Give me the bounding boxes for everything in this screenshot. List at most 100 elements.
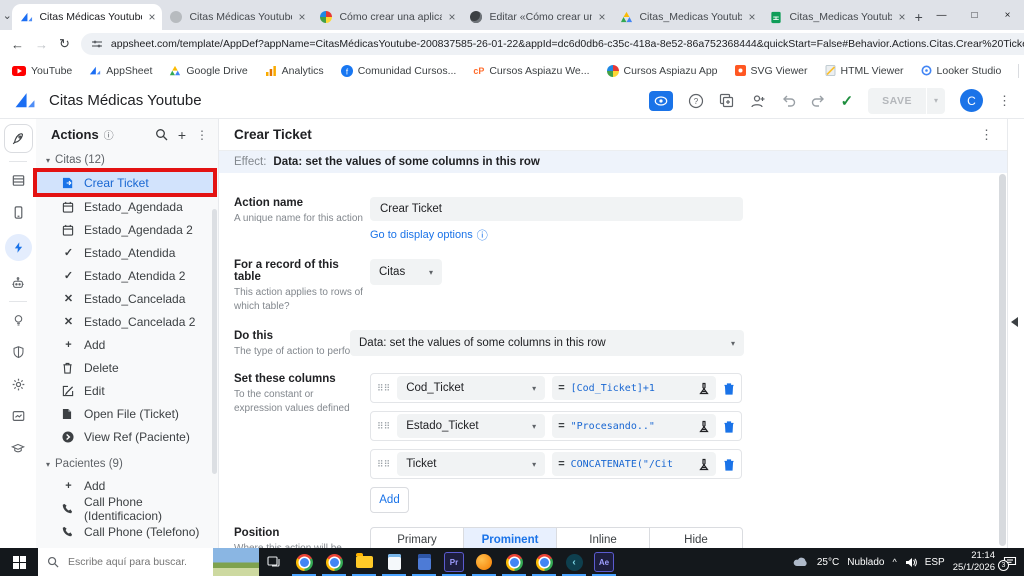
group-citas[interactable]: ▾ Citas (12) bbox=[36, 150, 218, 170]
tab-appsheet-editor[interactable]: Citas Médicas Youtube - App × bbox=[12, 4, 163, 30]
action-menu-icon[interactable]: ⋮ bbox=[980, 127, 993, 143]
user-avatar[interactable]: C bbox=[960, 89, 983, 112]
position-option-hide[interactable]: Hide bbox=[649, 528, 742, 548]
bookmark-analytics[interactable]: Analytics bbox=[265, 65, 324, 77]
drag-handle-icon[interactable]: ⠿⠿ bbox=[377, 421, 390, 430]
add-column-button[interactable]: Add bbox=[370, 487, 409, 513]
tray-language[interactable]: ESP bbox=[925, 557, 945, 568]
tray-clock[interactable]: 21:14 25/1/2026 bbox=[953, 550, 995, 575]
sidebar-item-add[interactable]: + Add bbox=[36, 333, 218, 356]
expression-box[interactable]: = "Procesando.." bbox=[552, 414, 716, 438]
preview-icon[interactable] bbox=[648, 90, 673, 111]
sidebar-item-estado-cancelada-2[interactable]: ✕ Estado_Cancelada 2 bbox=[36, 310, 218, 333]
notification-center-icon[interactable]: 3 bbox=[998, 556, 1017, 571]
position-option-prominent[interactable]: Prominent bbox=[463, 528, 556, 548]
delete-row-icon[interactable] bbox=[723, 458, 735, 471]
weather-thumbnail[interactable] bbox=[213, 548, 259, 576]
task-view-icon[interactable] bbox=[259, 548, 289, 576]
sidebar-item-estado-agendada[interactable]: Estado_Agendada bbox=[36, 195, 218, 218]
tab-close-icon[interactable]: × bbox=[598, 10, 605, 24]
bookmark-appsheet[interactable]: AppSheet bbox=[89, 65, 152, 77]
intelligence-icon[interactable] bbox=[8, 310, 28, 330]
tray-expand-icon[interactable]: ^ bbox=[892, 557, 896, 567]
search-icon[interactable] bbox=[155, 128, 168, 141]
after-effects-icon[interactable]: Ae bbox=[589, 548, 619, 576]
learn-icon[interactable] bbox=[8, 438, 28, 458]
bookmark-facebook[interactable]: f Comunidad Cursos... bbox=[340, 64, 456, 77]
actions-icon[interactable] bbox=[4, 234, 32, 261]
tab-editor[interactable]: Editar «Cómo crear una apli × bbox=[462, 4, 612, 30]
app-menu-icon[interactable]: ⋮ bbox=[998, 93, 1011, 109]
maximize-button[interactable]: □ bbox=[958, 0, 991, 30]
site-settings-icon[interactable] bbox=[91, 38, 103, 50]
launch-icon[interactable] bbox=[3, 124, 33, 153]
collapse-panel-icon[interactable] bbox=[1011, 317, 1018, 327]
minimize-button[interactable]: — bbox=[925, 0, 958, 30]
table-select[interactable]: Citas ▾ bbox=[370, 259, 442, 285]
start-button[interactable] bbox=[0, 548, 38, 576]
expression-box[interactable]: = [Cod_Ticket]+1 bbox=[552, 376, 716, 400]
forward-icon[interactable]: → bbox=[35, 37, 48, 52]
tab-search-chevron-icon[interactable]: ⌄ bbox=[2, 0, 12, 30]
tab-appsheet-app[interactable]: Citas Médicas Youtube × bbox=[162, 4, 312, 30]
sidebar-item-estado-cancelada[interactable]: ✕ Estado_Cancelada bbox=[36, 287, 218, 310]
views-icon[interactable] bbox=[8, 202, 28, 222]
copy-app-icon[interactable] bbox=[719, 93, 734, 108]
info-icon[interactable]: ⓘ bbox=[104, 127, 114, 142]
sidebar-item-edit[interactable]: Edit bbox=[36, 379, 218, 402]
drag-handle-icon[interactable]: ⠿⠿ bbox=[377, 459, 390, 468]
sidebar-item-delete[interactable]: Delete bbox=[36, 356, 218, 379]
taskbar-search[interactable] bbox=[38, 548, 259, 576]
chrome-icon[interactable] bbox=[289, 548, 319, 576]
column-select[interactable]: Estado_Ticket ▾ bbox=[397, 414, 546, 438]
redo-icon[interactable] bbox=[811, 94, 826, 107]
expression-flask-icon[interactable] bbox=[698, 458, 710, 471]
sidebar-item-estado-atendida[interactable]: ✓ Estado_Atendida bbox=[36, 241, 218, 264]
sidebar-item-crear-ticket[interactable]: Crear Ticket bbox=[33, 168, 217, 197]
sidebar-item-estado-atendida-2[interactable]: ✓ Estado_Atendida 2 bbox=[36, 264, 218, 287]
close-button[interactable]: × bbox=[991, 0, 1024, 30]
tab-close-icon[interactable]: × bbox=[298, 10, 305, 24]
bookmark-looker-studio[interactable]: Looker Studio bbox=[921, 65, 1001, 77]
bookmark-aspiazu-app[interactable]: Cursos Aspiazu App bbox=[606, 64, 718, 77]
column-select[interactable]: Cod_Ticket ▾ bbox=[397, 376, 546, 400]
all-bookmarks[interactable]: Todos los marcadores bbox=[1018, 59, 1024, 83]
drag-handle-icon[interactable]: ⠿⠿ bbox=[377, 383, 390, 392]
bookmark-svg-viewer[interactable]: SVG Viewer bbox=[734, 65, 808, 77]
volume-icon[interactable] bbox=[905, 557, 917, 568]
bookmark-cpanel[interactable]: cP Cursos Aspiazu We... bbox=[473, 65, 589, 77]
tab-google-sheets[interactable]: Citas_Medicas Youtube - Ho × bbox=[762, 4, 912, 30]
security-icon[interactable] bbox=[8, 342, 28, 362]
bookmark-html-viewer[interactable]: HTML Viewer bbox=[825, 65, 904, 77]
panel-menu-icon[interactable]: ⋮ bbox=[196, 128, 208, 142]
sidebar-item-open-file[interactable]: Open File (Ticket) bbox=[36, 402, 218, 425]
save-dropdown-icon[interactable]: ▾ bbox=[926, 87, 945, 114]
main-scrollbar[interactable] bbox=[999, 174, 1006, 546]
video-editor-icon[interactable]: ‹ bbox=[559, 548, 589, 576]
sidebar-item-call-phone-telefono[interactable]: Call Phone (Telefono) bbox=[36, 520, 218, 543]
bookmark-google-drive[interactable]: Google Drive bbox=[169, 65, 248, 77]
do-this-select[interactable]: Data: set the values of some columns in … bbox=[350, 330, 744, 356]
chrome-icon[interactable] bbox=[319, 548, 349, 576]
tab-close-icon[interactable]: × bbox=[448, 10, 455, 24]
display-options-link[interactable]: Go to display options ⓘ bbox=[370, 227, 488, 243]
tab-video[interactable]: Cómo crear una aplicación d × bbox=[312, 4, 462, 30]
tab-close-icon[interactable]: × bbox=[148, 10, 155, 24]
delete-row-icon[interactable] bbox=[723, 420, 735, 433]
settings-icon[interactable] bbox=[8, 374, 28, 394]
column-select[interactable]: Ticket ▾ bbox=[397, 452, 546, 476]
add-action-icon[interactable]: + bbox=[178, 127, 186, 143]
chrome-icon[interactable] bbox=[499, 548, 529, 576]
file-explorer-icon[interactable] bbox=[349, 548, 379, 576]
sidebar-scrollbar[interactable] bbox=[212, 209, 217, 474]
sidebar-item-estado-agendada-2[interactable]: Estado_Agendada 2 bbox=[36, 218, 218, 241]
position-option-inline[interactable]: Inline bbox=[556, 528, 649, 548]
back-icon[interactable]: ← bbox=[11, 37, 24, 52]
action-name-input[interactable]: Crear Ticket bbox=[370, 197, 743, 221]
expression-box[interactable]: = CONCATENATE("/Cit bbox=[552, 452, 716, 476]
group-pacientes[interactable]: ▾ Pacientes (9) bbox=[36, 454, 218, 474]
undo-icon[interactable] bbox=[781, 94, 796, 107]
tab-close-icon[interactable]: × bbox=[748, 10, 755, 24]
new-tab-button[interactable]: + bbox=[912, 4, 925, 30]
sidebar-item-call-phone-identificacion[interactable]: Call Phone (Identificacion) bbox=[36, 495, 218, 523]
